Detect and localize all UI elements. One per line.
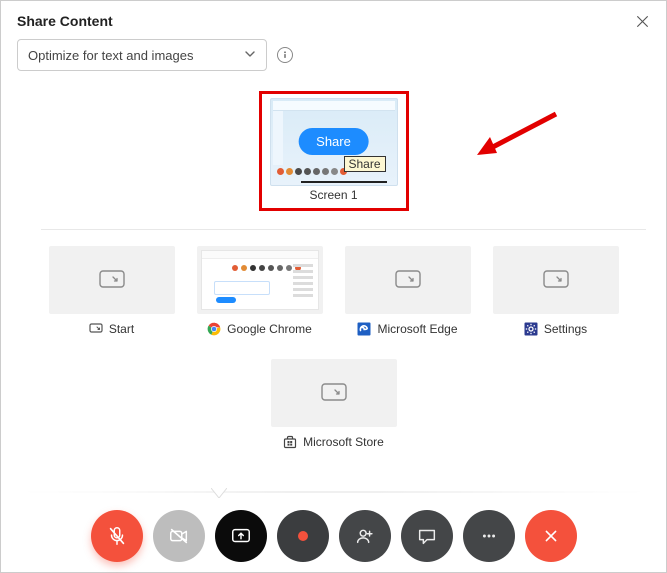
tile-microsoft-store[interactable]: Microsoft Store	[271, 359, 397, 452]
optimize-dropdown[interactable]: Optimize for text and images	[17, 39, 267, 71]
chrome-window-thumbnail	[201, 250, 319, 310]
screen-icon	[543, 270, 569, 290]
chevron-down-icon	[244, 48, 256, 63]
popover-shadow	[7, 491, 660, 493]
tile-start[interactable]: Start	[49, 246, 175, 339]
participants-button[interactable]	[339, 510, 391, 562]
info-icon[interactable]	[277, 47, 293, 63]
screen-icon	[99, 270, 125, 290]
optimize-dropdown-label: Optimize for text and images	[28, 48, 193, 63]
video-button[interactable]	[153, 510, 205, 562]
share-button[interactable]: Share	[298, 128, 369, 155]
record-dot-icon	[298, 531, 308, 541]
call-toolbar	[1, 500, 666, 562]
share-screen-button[interactable]	[215, 510, 267, 562]
tile-edge-label: Microsoft Edge	[377, 322, 457, 336]
tile-settings-label: Settings	[544, 322, 587, 336]
popover-tail-icon	[211, 488, 227, 498]
record-button[interactable]	[277, 510, 329, 562]
screen-small-icon	[89, 322, 103, 336]
tile-settings[interactable]: Settings	[493, 246, 619, 339]
annotation-arrow-icon	[471, 109, 561, 159]
more-button[interactable]	[463, 510, 515, 562]
screen-1-label: Screen 1	[270, 186, 398, 206]
settings-icon	[524, 322, 538, 336]
dialog-title: Share Content	[17, 13, 113, 29]
chat-button[interactable]	[401, 510, 453, 562]
tile-microsoft-edge[interactable]: Microsoft Edge	[345, 246, 471, 339]
tile-store-label: Microsoft Store	[303, 435, 384, 449]
edge-icon	[357, 322, 371, 336]
screen-icon	[321, 383, 347, 403]
screen-1-tile[interactable]: Share Share Screen 1	[259, 91, 409, 211]
tile-chrome-label: Google Chrome	[227, 322, 312, 336]
tile-start-label: Start	[109, 322, 134, 336]
mute-button[interactable]	[91, 510, 143, 562]
screen-icon	[395, 270, 421, 290]
chrome-icon	[207, 322, 221, 336]
close-button[interactable]	[632, 11, 652, 31]
tile-google-chrome[interactable]: Google Chrome	[197, 246, 323, 339]
store-icon	[283, 435, 297, 449]
end-call-button[interactable]	[525, 510, 577, 562]
share-tooltip: Share	[344, 156, 386, 172]
